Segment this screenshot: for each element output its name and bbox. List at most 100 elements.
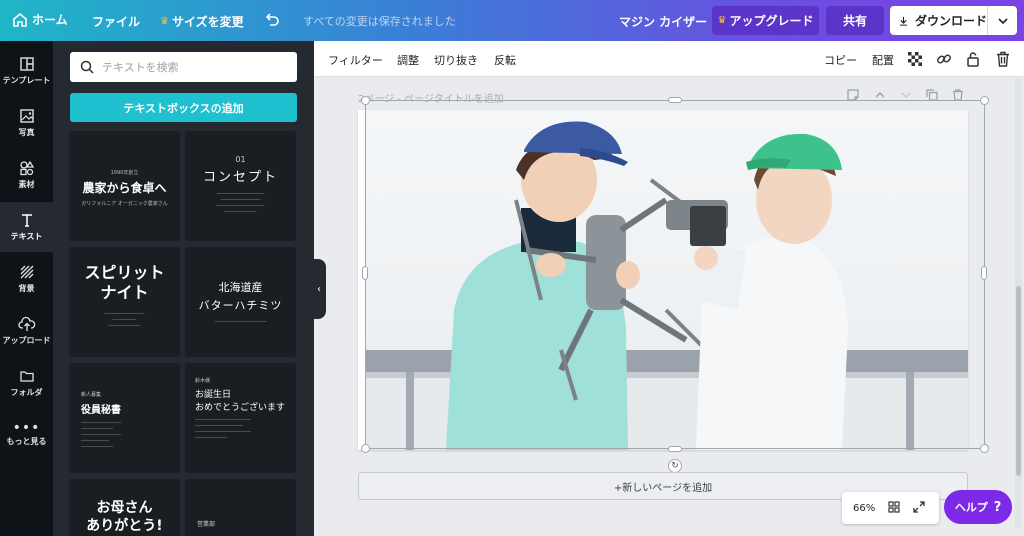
chevron-left-icon: ‹: [317, 283, 321, 295]
template-text: 1990年創立: [110, 170, 139, 176]
template-placeholder-lines: ―――――――――― ―――――― ――――――――: [104, 311, 145, 328]
top-bar: ホーム ファイル ♛ サイズを変更 すべての変更は保存されました マジン カイザ…: [0, 0, 1024, 41]
download-options-button[interactable]: [988, 6, 1017, 35]
undo-button[interactable]: [263, 11, 281, 29]
template-heading: バターハチミツ: [198, 299, 283, 312]
crown-icon: ♛: [717, 15, 727, 26]
template-text: 鈴木様: [195, 378, 211, 384]
rail-label: 背景: [18, 284, 35, 293]
rail-item-folder[interactable]: フォルダ: [0, 358, 53, 408]
zoom-controls: 66%: [842, 492, 939, 524]
resize-handle-bottom-left[interactable]: [361, 444, 370, 453]
home-button[interactable]: ホーム: [12, 11, 68, 28]
collapse-panel-button[interactable]: ‹: [312, 259, 326, 319]
crop-button[interactable]: 切り抜き: [434, 52, 478, 68]
adjust-button[interactable]: 調整: [397, 52, 419, 68]
text-template[interactable]: 1990年創立 農家から食卓へ ガリフォルニア オーガニック農家さん: [69, 131, 180, 241]
rail-item-template[interactable]: テンプレート: [0, 46, 53, 96]
text-template[interactable]: 01 コンセプト ―――――――――――― ―――――――――― ―――――――――…: [185, 131, 296, 241]
filter-button[interactable]: フィルター: [328, 52, 383, 68]
search-input[interactable]: [102, 60, 282, 74]
photo-icon: [19, 109, 34, 123]
scrollbar-thumb[interactable]: [1016, 286, 1021, 476]
rail-label: もっと見る: [6, 437, 47, 446]
template-heading: コンセプト: [202, 170, 278, 185]
template-heading: 役員秘書: [81, 405, 121, 416]
expand-icon: [913, 500, 925, 513]
template-placeholder-lines: ―――――――――――――: [214, 319, 267, 324]
rail-item-text[interactable]: テキスト: [0, 202, 53, 252]
search-icon: [80, 60, 94, 74]
resize-handle-top-left[interactable]: [361, 96, 370, 105]
resize-button[interactable]: ♛ サイズを変更: [160, 13, 244, 30]
checkerboard-icon: [908, 52, 922, 66]
template-text: 営業部: [197, 521, 216, 528]
resize-handle-top[interactable]: [668, 97, 682, 103]
rail-item-upload[interactable]: アップロード: [0, 306, 53, 356]
flip-button[interactable]: 反転: [494, 52, 516, 68]
upgrade-label: アップグレード: [729, 14, 814, 28]
grid-icon: [888, 500, 900, 513]
upgrade-button[interactable]: ♛ アップグレード: [712, 6, 819, 35]
resize-handle-left[interactable]: [362, 266, 368, 280]
template-heading: スピリット: [84, 263, 165, 282]
help-label: ヘルプ: [954, 501, 988, 514]
rotate-handle[interactable]: ↻: [668, 459, 682, 473]
download-button[interactable]: ダウンロード: [890, 6, 1017, 35]
rail-item-photo[interactable]: 写真: [0, 98, 53, 148]
text-template[interactable]: 鈴木様 お誕生日 おめでとうございます ―――――――――――――― ――――――…: [185, 363, 296, 473]
unlock-icon: [967, 52, 979, 67]
text-template[interactable]: 営業部: [185, 479, 296, 536]
rail-item-background[interactable]: 背景: [0, 254, 53, 304]
selection-frame: [365, 100, 985, 449]
add-textbox-button[interactable]: テキストボックスの追加: [70, 93, 297, 122]
help-button[interactable]: ヘルプ ?: [944, 490, 1012, 524]
delete-button[interactable]: [994, 50, 1012, 68]
text-template[interactable]: お母さん ありがとう!: [69, 479, 180, 536]
transparency-button[interactable]: [906, 50, 924, 68]
rail-item-more[interactable]: ••• もっと見る: [0, 410, 53, 460]
rail-item-elements[interactable]: 素材: [0, 150, 53, 200]
left-rail: テンプレート 写真 素材 テキスト 背景 アップロード フォルダ ••• もっと…: [0, 41, 53, 536]
copy-style-button[interactable]: コピー: [824, 52, 857, 68]
home-icon: [13, 12, 27, 27]
fullscreen-button[interactable]: [913, 500, 925, 516]
rotate-icon: ↻: [671, 461, 679, 471]
design-title[interactable]: マジン カイザー: [619, 13, 707, 30]
text-panel: テキストボックスの追加 1990年創立 農家から食卓へ ガリフォルニア オーガニ…: [53, 41, 314, 536]
grid-view-button[interactable]: [888, 500, 900, 516]
template-heading: おめでとうございます: [195, 403, 286, 413]
template-heading: お誕生日: [195, 390, 232, 400]
download-label: ダウンロード: [914, 14, 987, 28]
folder-icon: [19, 371, 34, 382]
resize-handle-bottom-right[interactable]: [980, 444, 989, 453]
link-button[interactable]: [935, 50, 953, 68]
chevron-down-icon: [997, 17, 1008, 24]
search-box[interactable]: [70, 52, 297, 82]
rail-label: アップロード: [2, 336, 51, 345]
template-text: 01: [235, 155, 246, 164]
template-heading: ありがとう!: [86, 518, 163, 534]
undo-icon: [265, 13, 279, 26]
canvas-scrollbar[interactable]: [1015, 78, 1022, 528]
share-button[interactable]: 共有: [826, 6, 884, 35]
download-main[interactable]: ダウンロード: [890, 6, 988, 35]
rail-label: テキスト: [10, 232, 43, 241]
zoom-level[interactable]: 66%: [853, 503, 875, 514]
template-placeholder-lines: ――――――――――――――――――――――――――――――――――――――――…: [195, 417, 251, 440]
template-placeholder-lines: ――――――――――――――――――――――――――――――――――――――――…: [81, 420, 121, 449]
resize-handle-top-right[interactable]: [980, 96, 989, 105]
text-template[interactable]: 北海道産 バターハチミツ ―――――――――――――: [185, 247, 296, 357]
file-menu[interactable]: ファイル: [92, 13, 140, 30]
rail-label: テンプレート: [2, 76, 51, 85]
text-template[interactable]: 新人募集 役員秘書 ―――――――――― ―――――――― ―――――――――― ――…: [69, 363, 180, 473]
lock-button[interactable]: [964, 50, 982, 68]
resize-handle-bottom[interactable]: [668, 446, 682, 452]
template-heading: 農家から食卓へ: [82, 181, 167, 195]
trash-icon: [997, 51, 1009, 67]
resize-handle-right[interactable]: [981, 266, 987, 280]
template-icon: [19, 57, 34, 71]
text-template[interactable]: スピリット ナイト ―――――――――― ―――――― ――――――――: [69, 247, 180, 357]
save-status: すべての変更は保存されました: [303, 15, 456, 28]
position-button[interactable]: 配置: [872, 52, 894, 68]
